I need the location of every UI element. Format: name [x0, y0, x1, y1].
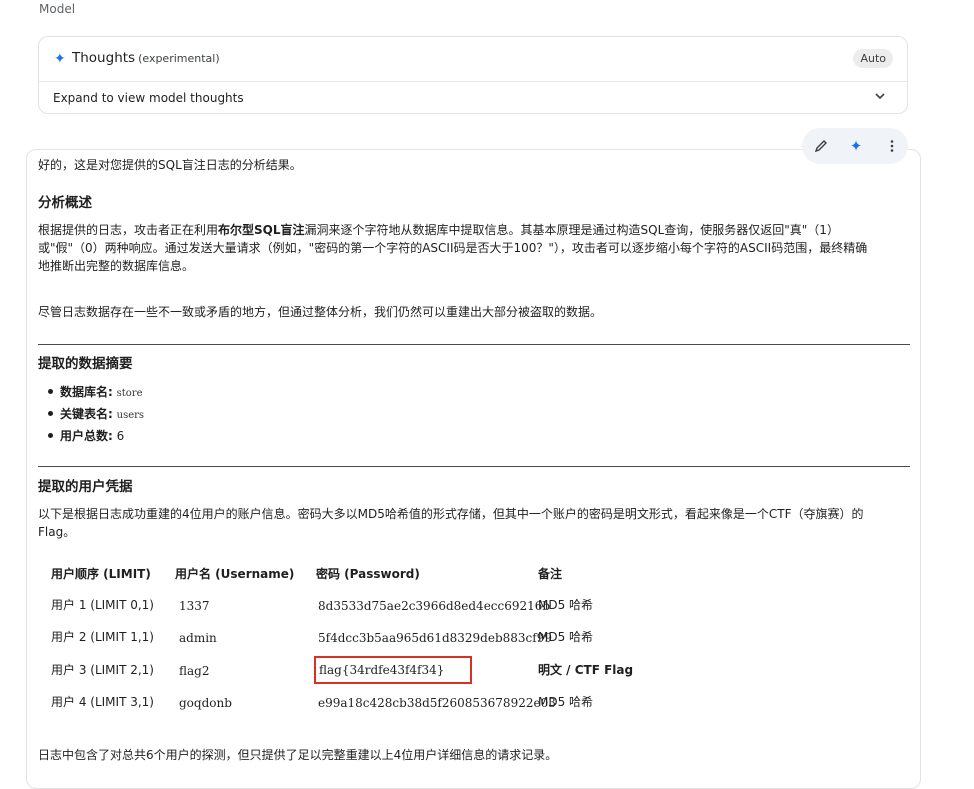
thoughts-title: Thoughts (experimental)	[72, 50, 220, 66]
pencil-icon	[814, 140, 827, 153]
summary-item: 用户总数: 6	[48, 427, 124, 444]
heading-credentials: 提取的用户凭据	[38, 479, 133, 495]
more-options-button[interactable]	[883, 137, 901, 155]
table-cell: 用户 3 (LIMIT 2,1)	[51, 663, 154, 677]
thoughts-header: ✦ Thoughts (experimental) Auto	[39, 37, 907, 82]
divider	[38, 466, 910, 467]
heading-overview: 分析概述	[38, 195, 92, 211]
divider	[38, 344, 910, 345]
table-cell: 5f4dcc3b5aa965d61d8329deb883cf99	[318, 631, 552, 645]
table-cell: flag2	[179, 664, 210, 678]
table-cell: admin	[179, 631, 217, 645]
edit-button[interactable]	[812, 137, 830, 155]
table-header: 备注	[538, 567, 563, 581]
response-toolbar: ✦	[802, 128, 908, 164]
table-header: 用户顺序 (LIMIT)	[51, 567, 151, 581]
auto-badge[interactable]: Auto	[853, 49, 893, 68]
table-cell: 用户 1 (LIMIT 0,1)	[51, 598, 154, 612]
overview-paragraph-2: 尽管日志数据存在一些不一致或矛盾的地方，但通过整体分析，我们仍然可以重建出大部分…	[38, 305, 603, 319]
thoughts-subtitle: (experimental)	[138, 52, 220, 65]
sparkle-icon: ✦	[54, 51, 66, 67]
table-header: 密码 (Password)	[316, 567, 420, 581]
model-label: Model	[39, 2, 76, 16]
summary-item: 数据库名: store	[48, 383, 143, 400]
table-cell: 用户 4 (LIMIT 3,1)	[51, 695, 154, 709]
table-cell: e99a18c428cb38d5f260853678922e03	[318, 696, 556, 710]
table-header: 用户名 (Username)	[175, 567, 295, 581]
more-vertical-icon	[890, 140, 894, 152]
overview-line-1: 根据提供的日志，攻击者正在利用布尔型SQL盲注漏洞来逐个字符地从数据库中提取信息…	[38, 223, 839, 237]
sparkle-icon[interactable]: ✦	[847, 137, 865, 155]
summary-item: 关键表名: users	[48, 405, 144, 422]
overview-line-3: 地推断出完整的数据库信息。	[38, 259, 195, 273]
table-cell: 明文 / CTF Flag	[538, 663, 634, 677]
table-cell: 8d3533d75ae2c3966d8ed4ecc69216b	[318, 599, 551, 613]
table-cell: MD5 哈希	[538, 598, 594, 612]
chevron-down-icon[interactable]	[873, 89, 887, 103]
footer-text: 日志中包含了对总共6个用户的探测，但只提供了足以完整重建以上4位用户详细信息的请…	[38, 748, 558, 762]
flag-highlight-box	[314, 656, 472, 684]
table-cell: 1337	[179, 599, 210, 613]
intro-text: 好的，这是对您提供的SQL盲注日志的分析结果。	[38, 158, 302, 172]
table-cell: MD5 哈希	[538, 630, 594, 644]
thoughts-panel: ✦ Thoughts (experimental) Auto Expand to …	[38, 36, 908, 114]
credentials-line-2: Flag。	[38, 525, 76, 539]
expand-thoughts-link[interactable]: Expand to view model thoughts	[53, 91, 244, 105]
overview-line-2: 或"假"（0）两种响应。通过发送大量请求（例如，"密码的第一个字符的ASCII码…	[38, 241, 868, 255]
credentials-line-1: 以下是根据日志成功重建的4位用户的账户信息。密码大多以MD5哈希值的形式存储，但…	[38, 507, 864, 521]
table-cell: 用户 2 (LIMIT 1,1)	[51, 630, 154, 644]
table-cell: MD5 哈希	[538, 695, 594, 709]
table-cell: goqdonb	[179, 696, 232, 710]
heading-summary: 提取的数据摘要	[38, 356, 133, 372]
